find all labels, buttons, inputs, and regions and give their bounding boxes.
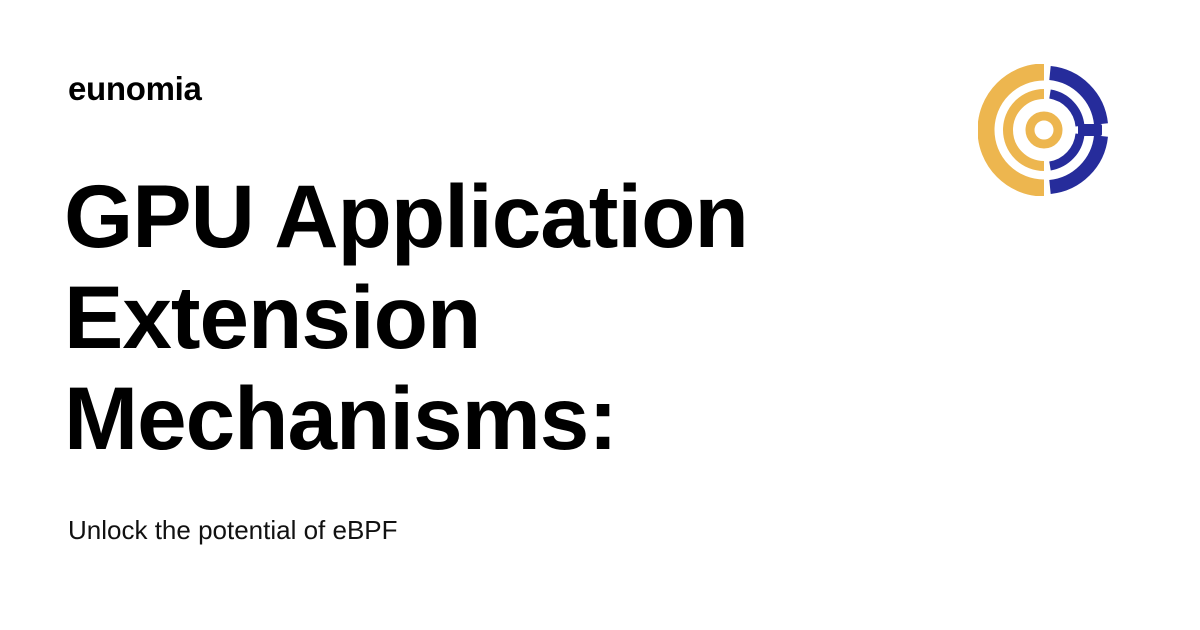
site-name: eunomia <box>68 70 202 107</box>
title-line-3: Mechanisms: <box>64 368 618 468</box>
title-line-2: Extension <box>64 267 481 367</box>
page-title: GPU Application Extension Mechanisms: <box>64 166 884 469</box>
og-card: eunomia GPU Application Extension Mechan… <box>0 0 1200 630</box>
tagline: Unlock the potential of eBPF <box>68 515 398 545</box>
eunomia-logo-icon <box>978 64 1108 196</box>
title-line-1: GPU Application <box>64 166 749 266</box>
